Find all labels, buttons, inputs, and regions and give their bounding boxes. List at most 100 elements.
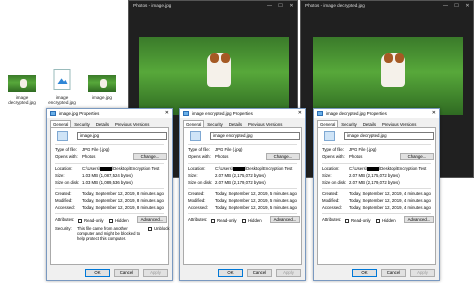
change-button[interactable]: Change... [133, 153, 167, 160]
tab-details[interactable]: Details [226, 120, 245, 127]
ok-button[interactable]: OK [218, 269, 243, 277]
read-only-checkbox[interactable]: Read-only [78, 218, 104, 223]
dialog-title: image encrypted.jpg Properties [192, 111, 253, 116]
window-controls: — ☐ ✕ [264, 1, 297, 11]
location-row: Location: C:\Users\ \Desktop\Encryption T… [322, 166, 431, 172]
size-value: 1.03 MB (1,087,524 bytes) [82, 173, 133, 178]
opens-with-value: Photos [215, 154, 229, 159]
read-only-checkbox[interactable]: Read-only [345, 218, 371, 223]
redacted-username [366, 166, 379, 171]
tab-security[interactable]: Security [338, 120, 360, 127]
location-value: C:\Users\ \Desktop\Encryption Test [349, 166, 427, 171]
size-on-disk-row: Size on disk: 1.03 MB (1,089,536 bytes) [55, 180, 164, 186]
attributes-label: Attributes: [55, 217, 75, 222]
size-value: 2.07 MB (2,175,072 bytes) [215, 173, 266, 178]
modified-value: Today, September 12, 2019, 4 minutes ago [349, 198, 431, 203]
opens-with-label: Opens with: [55, 154, 78, 159]
location-label: Location: [188, 166, 206, 171]
apply-button[interactable]: Apply [143, 269, 168, 277]
tab-security[interactable]: Security [71, 120, 93, 127]
ok-button[interactable]: OK [352, 269, 377, 277]
size-row: Size: 2.07 MB (2,175,072 bytes) [322, 173, 431, 179]
close-icon[interactable]: ✕ [432, 109, 436, 118]
change-button[interactable]: Change... [266, 153, 300, 160]
hidden-checkbox[interactable]: Hidden [109, 218, 129, 223]
close-icon[interactable]: ✕ [298, 109, 302, 118]
size-on-disk-value: 2.07 MB (2,179,072 bytes) [215, 180, 266, 185]
unblock-checkbox[interactable]: Unblock [148, 226, 170, 231]
opens-with-label: Opens with: [322, 154, 345, 159]
filename-field[interactable]: image.jpg [77, 132, 167, 140]
accessed-label: Accessed: [322, 205, 342, 210]
tab-security[interactable]: Security [204, 120, 226, 127]
maximize-button[interactable]: ☐ [275, 1, 286, 11]
filename-field[interactable]: image decrypted.jpg [344, 132, 434, 140]
modified-value: Today, September 12, 2019, 5 minutes ago [215, 198, 297, 203]
accessed-value: Today, September 12, 2019, 4 minutes ago [349, 205, 431, 210]
general-panel: image.jpg Type of file: JPG File (.jpg) … [50, 127, 170, 265]
filename-field[interactable]: image encrypted.jpg [210, 132, 300, 140]
cancel-button[interactable]: Cancel [247, 269, 272, 277]
image-file-icon [317, 111, 323, 116]
type-of-file-label: Type of file: [322, 147, 344, 152]
type-of-file-label: Type of file: [55, 147, 77, 152]
cancel-button[interactable]: Cancel [381, 269, 406, 277]
change-button[interactable]: Change... [400, 153, 434, 160]
tab-general[interactable]: General [50, 120, 72, 127]
desktop-icon-image-decrypted[interactable]: image decrypted.jpg [4, 72, 40, 108]
size-row: Size: 2.07 MB (2,175,072 bytes) [188, 173, 297, 179]
modified-label: Modified: [55, 198, 73, 203]
photo-image [139, 37, 289, 115]
modified-label: Modified: [322, 198, 340, 203]
close-button[interactable]: ✕ [286, 1, 297, 11]
accessed-row: Accessed: Today, September 12, 2019, 4 m… [322, 205, 431, 211]
modified-row: Modified: Today, September 12, 2019, 8 m… [55, 198, 164, 204]
tab-previous-versions[interactable]: Previous Versions [379, 120, 419, 127]
tab-general[interactable]: General [183, 120, 205, 127]
tab-bar: General Security Details Previous Versio… [183, 120, 302, 127]
file-type-icon [190, 131, 201, 141]
close-icon[interactable]: ✕ [165, 109, 169, 118]
created-label: Created: [55, 191, 72, 196]
maximize-button[interactable]: ☐ [451, 1, 462, 11]
accessed-row: Accessed: Today, September 12, 2019, 8 m… [55, 205, 164, 211]
attributes-label: Attributes: [322, 217, 342, 222]
advanced-button[interactable]: Advanced... [137, 216, 167, 223]
file-type-icon [324, 131, 335, 141]
photo-thumbnail-icon [8, 75, 36, 92]
advanced-button[interactable]: Advanced... [270, 216, 300, 223]
type-of-file-value: JPG File (.jpg) [82, 147, 110, 152]
properties-dialog[interactable]: image decrypted.jpg Properties ✕ General… [313, 108, 440, 281]
dialog-titlebar: image decrypted.jpg Properties ✕ [314, 109, 439, 118]
size-on-disk-row: Size on disk: 2.07 MB (2,179,072 bytes) [322, 180, 431, 186]
properties-dialog[interactable]: image encrypted.jpg Properties ✕ General… [179, 108, 306, 281]
ok-button[interactable]: OK [85, 269, 110, 277]
tab-bar: General Security Details Previous Versio… [317, 120, 436, 127]
tab-details[interactable]: Details [93, 120, 112, 127]
hidden-checkbox[interactable]: Hidden [376, 218, 396, 223]
apply-button[interactable]: Apply [410, 269, 435, 277]
tab-previous-versions[interactable]: Previous Versions [245, 120, 285, 127]
size-row: Size: 1.03 MB (1,087,524 bytes) [55, 173, 164, 179]
close-button[interactable]: ✕ [462, 1, 473, 11]
tab-previous-versions[interactable]: Previous Versions [112, 120, 152, 127]
location-label: Location: [322, 166, 340, 171]
dialog-titlebar: image encrypted.jpg Properties ✕ [180, 109, 305, 118]
security-label: Security: [55, 226, 72, 231]
cancel-button[interactable]: Cancel [114, 269, 139, 277]
properties-dialog[interactable]: image.jpg Properties ✕ General Security … [46, 108, 173, 281]
minimize-button[interactable]: — [440, 1, 451, 11]
apply-button[interactable]: Apply [276, 269, 301, 277]
minimize-button[interactable]: — [264, 1, 275, 11]
size-label: Size: [188, 173, 198, 178]
image-file-icon [50, 111, 56, 116]
tab-details[interactable]: Details [360, 120, 379, 127]
desktop-icon-image[interactable]: image.jpg [84, 72, 120, 108]
icon-label-line2: encrypted.jpg [48, 100, 76, 105]
advanced-button[interactable]: Advanced... [404, 216, 434, 223]
tab-general[interactable]: General [317, 120, 339, 127]
read-only-checkbox[interactable]: Read-only [211, 218, 237, 223]
modified-row: Modified: Today, September 12, 2019, 5 m… [188, 198, 297, 204]
hidden-checkbox[interactable]: Hidden [242, 218, 262, 223]
desktop-icon-image-encrypted[interactable]: image encrypted.jpg [44, 67, 80, 108]
